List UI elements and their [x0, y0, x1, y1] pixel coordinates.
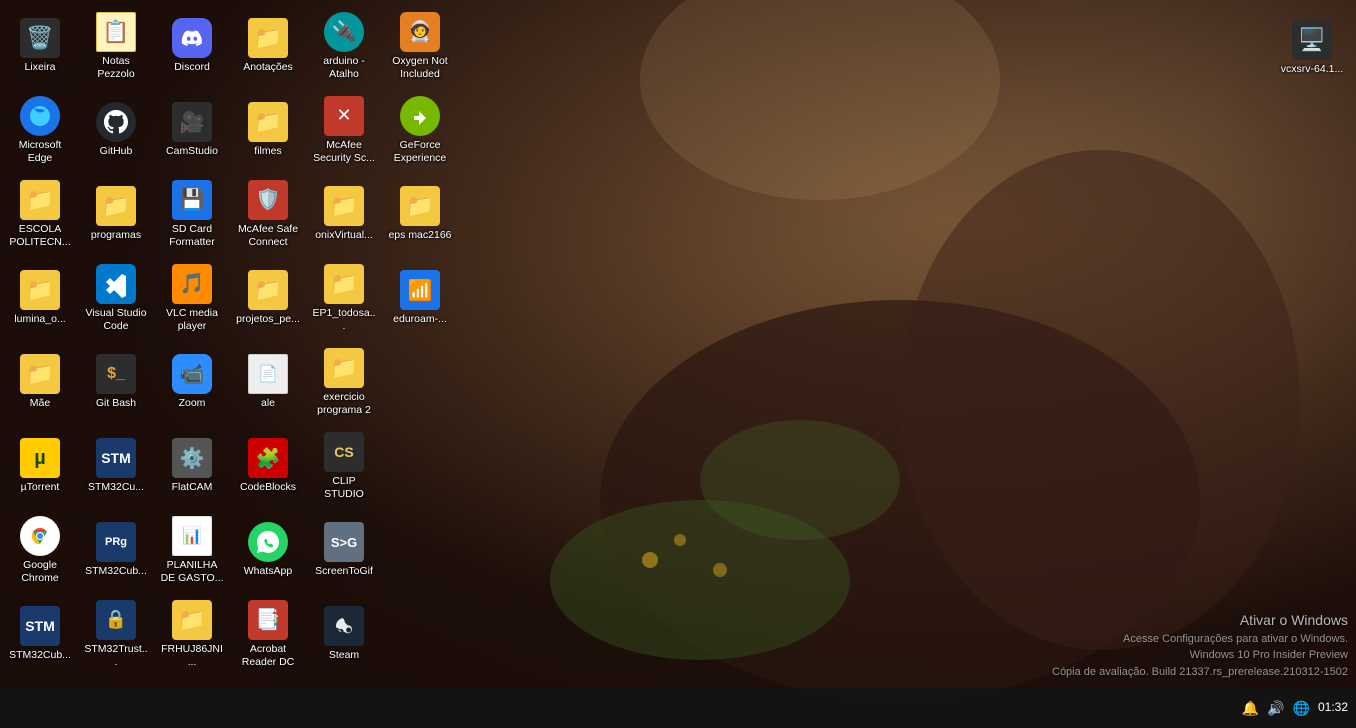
- icon-ep1-todosa[interactable]: 📁 EP1_todosa...: [308, 258, 380, 338]
- icon-whatsapp[interactable]: WhatsApp: [232, 510, 304, 590]
- icon-grid: 🗑️ Lixeira Microsoft Edge 📁 ESCOLA POLIT…: [0, 0, 460, 720]
- icon-steam[interactable]: Steam: [308, 594, 380, 674]
- icon-git-bash[interactable]: $_ Git Bash: [80, 342, 152, 422]
- icon-anotacoes[interactable]: 📁 Anotações: [232, 6, 304, 86]
- icon-frhuj86jni[interactable]: 📁 FRHUJ86JNI...: [156, 594, 228, 674]
- icon-flatcam[interactable]: ⚙️ FlatCAM: [156, 426, 228, 506]
- icon-lixeira[interactable]: 🗑️ Lixeira: [4, 6, 76, 86]
- icon-stm32trust[interactable]: 🔒 STM32Trust...: [80, 594, 152, 674]
- activation-line1: Acesse Configurações para ativar o Windo…: [1052, 631, 1348, 648]
- system-tray: 🔔 🔊 🌐 01:32: [1242, 700, 1348, 717]
- icon-acrobat-reader[interactable]: 📑 Acrobat Reader DC: [232, 594, 304, 674]
- system-clock[interactable]: 01:32: [1318, 700, 1348, 716]
- icon-stm32cub3[interactable]: PRg STM32Cub...: [80, 510, 152, 590]
- icon-arduino[interactable]: 🔌 arduino - Atalho: [308, 6, 380, 86]
- icon-camstudio[interactable]: 🎥 CamStudio: [156, 90, 228, 170]
- icon-lumina-o[interactable]: 📁 lumina_o...: [4, 258, 76, 338]
- icon-mae[interactable]: 📁 Mãe: [4, 342, 76, 422]
- icon-exercicio-programa-2[interactable]: 📁 exercicio programa 2: [308, 342, 380, 422]
- tray-notification-icon[interactable]: 🔔: [1242, 700, 1259, 717]
- icon-notas-pezzolo[interactable]: 📋 Notas Pezzolo: [80, 6, 152, 86]
- icon-escola-politecn[interactable]: 📁 ESCOLA POLITECN...: [4, 174, 76, 254]
- icon-github[interactable]: GitHub: [80, 90, 152, 170]
- tray-network-icon[interactable]: 🌐: [1293, 700, 1310, 717]
- icon-microsoft-edge[interactable]: Microsoft Edge: [4, 90, 76, 170]
- icon-stm32cub2[interactable]: STM STM32Cub...: [4, 594, 76, 674]
- icon-google-chrome[interactable]: Google Chrome: [4, 510, 76, 590]
- clock-time: 01:32: [1318, 700, 1348, 716]
- icon-sd-card-formatter[interactable]: 💾 SD Card Formatter: [156, 174, 228, 254]
- icon-eps-mac2166[interactable]: 📁 eps mac2166: [384, 174, 456, 254]
- tray-sound-icon[interactable]: 🔊: [1267, 700, 1284, 717]
- icon-vlc[interactable]: 🎵 VLC media player: [156, 258, 228, 338]
- icon-projetos-pe[interactable]: 📁 projetos_pe...: [232, 258, 304, 338]
- icon-screentogif[interactable]: S>G ScreenToGif: [308, 510, 380, 590]
- icon-onix-virtual[interactable]: 📁 onixVirtual...: [308, 174, 380, 254]
- icon-img-vcxsrv: 🖥️: [1292, 20, 1332, 60]
- icon-planilha[interactable]: 📊 PLANILHA DE GASTO...: [156, 510, 228, 590]
- icon-filmes[interactable]: 📁 filmes: [232, 90, 304, 170]
- taskbar: 🔔 🔊 🌐 01:32: [0, 688, 1356, 728]
- icon-utorrent[interactable]: µ µTorrent: [4, 426, 76, 506]
- icon-mcafee-safe-connect[interactable]: 🛡️ McAfee Safe Connect: [232, 174, 304, 254]
- activation-line2: Windows 10 Pro Insider Preview: [1052, 647, 1348, 664]
- icon-eduroam[interactable]: 📶 eduroam-...: [384, 258, 456, 338]
- icon-ale[interactable]: 📄 ale: [232, 342, 304, 422]
- icon-mcafee-security[interactable]: ✕ McAfee Security Sc...: [308, 90, 380, 170]
- icon-discord[interactable]: Discord: [156, 6, 228, 86]
- icon-oxygen-not-included[interactable]: 🧑‍🚀 Oxygen Not Included: [384, 6, 456, 86]
- icon-zoom[interactable]: 📹 Zoom: [156, 342, 228, 422]
- icon-label-vcxsrv: vcxsrv-64.1...: [1281, 63, 1343, 76]
- activation-watermark: Ativar o Windows Acesse Configurações pa…: [1052, 610, 1348, 681]
- activation-line3: Cópia de avaliação. Build 21337.rs_prere…: [1052, 664, 1348, 681]
- icon-geforce-experience[interactable]: GeForce Experience: [384, 90, 456, 170]
- icon-visual-studio-code[interactable]: Visual Studio Code: [80, 258, 152, 338]
- icon-stm32cu[interactable]: STM STM32Cu...: [80, 426, 152, 506]
- icon-vcxsrv[interactable]: 🖥️ vcxsrv-64.1...: [1276, 8, 1348, 88]
- icon-clip-studio[interactable]: CS CLIP STUDIO: [308, 426, 380, 506]
- icon-codeblocks[interactable]: 🧩 CodeBlocks: [232, 426, 304, 506]
- desktop: 🖥️ vcxsrv-64.1... 🗑️ Lixeira Microsoft E…: [0, 0, 1356, 728]
- activation-title: Ativar o Windows: [1052, 610, 1348, 631]
- icon-programas[interactable]: 📁 programas: [80, 174, 152, 254]
